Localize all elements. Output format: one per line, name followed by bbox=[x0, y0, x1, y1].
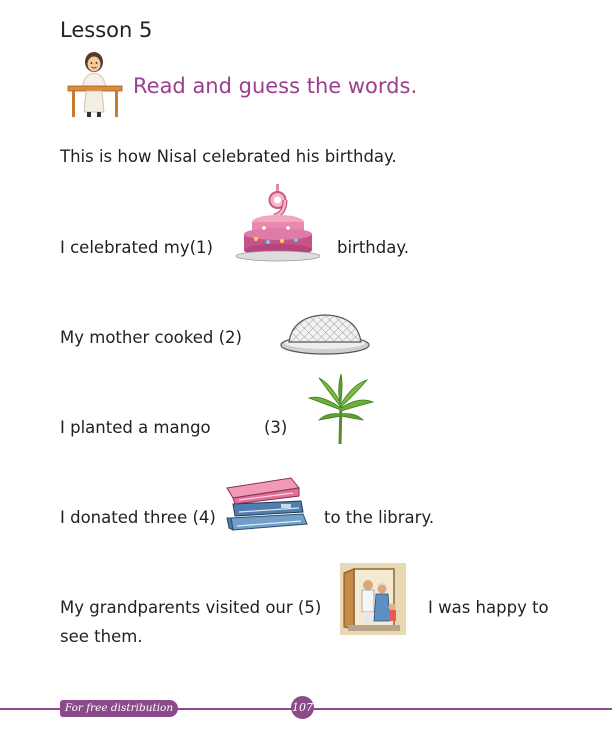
sentence-1-after: birthday. bbox=[337, 238, 410, 257]
sentence-3-number: (3) bbox=[264, 418, 288, 437]
birthday-cake-icon bbox=[235, 184, 321, 262]
instruction-heading: Read and guess the words. bbox=[133, 74, 418, 98]
sentence-4-after: to the library. bbox=[324, 508, 435, 527]
sentence-4-before: I donated three (4) bbox=[60, 508, 216, 527]
intro-text: This is how Nisal celebrated his birthda… bbox=[60, 147, 397, 166]
teacher-at-desk-icon bbox=[67, 52, 123, 117]
page-number: 107 bbox=[291, 696, 314, 719]
free-distribution-label: For free distribution bbox=[60, 700, 178, 717]
stack-of-books-icon bbox=[226, 477, 308, 531]
sentence-1-before: I celebrated my(1) bbox=[60, 238, 213, 257]
sentence-5-continuation: see them. bbox=[60, 627, 143, 646]
lesson-title: Lesson 5 bbox=[60, 18, 153, 42]
rice-plate-icon bbox=[280, 314, 370, 355]
grandparents-visit-icon bbox=[340, 563, 406, 635]
sentence-5-before: My grandparents visited our (5) bbox=[60, 598, 322, 617]
sentence-2-before: My mother cooked (2) bbox=[60, 328, 242, 347]
sentence-3-before: I planted a mango bbox=[60, 418, 211, 437]
sentence-5-after: I was happy to bbox=[428, 598, 549, 617]
mango-plant-icon bbox=[307, 374, 375, 445]
